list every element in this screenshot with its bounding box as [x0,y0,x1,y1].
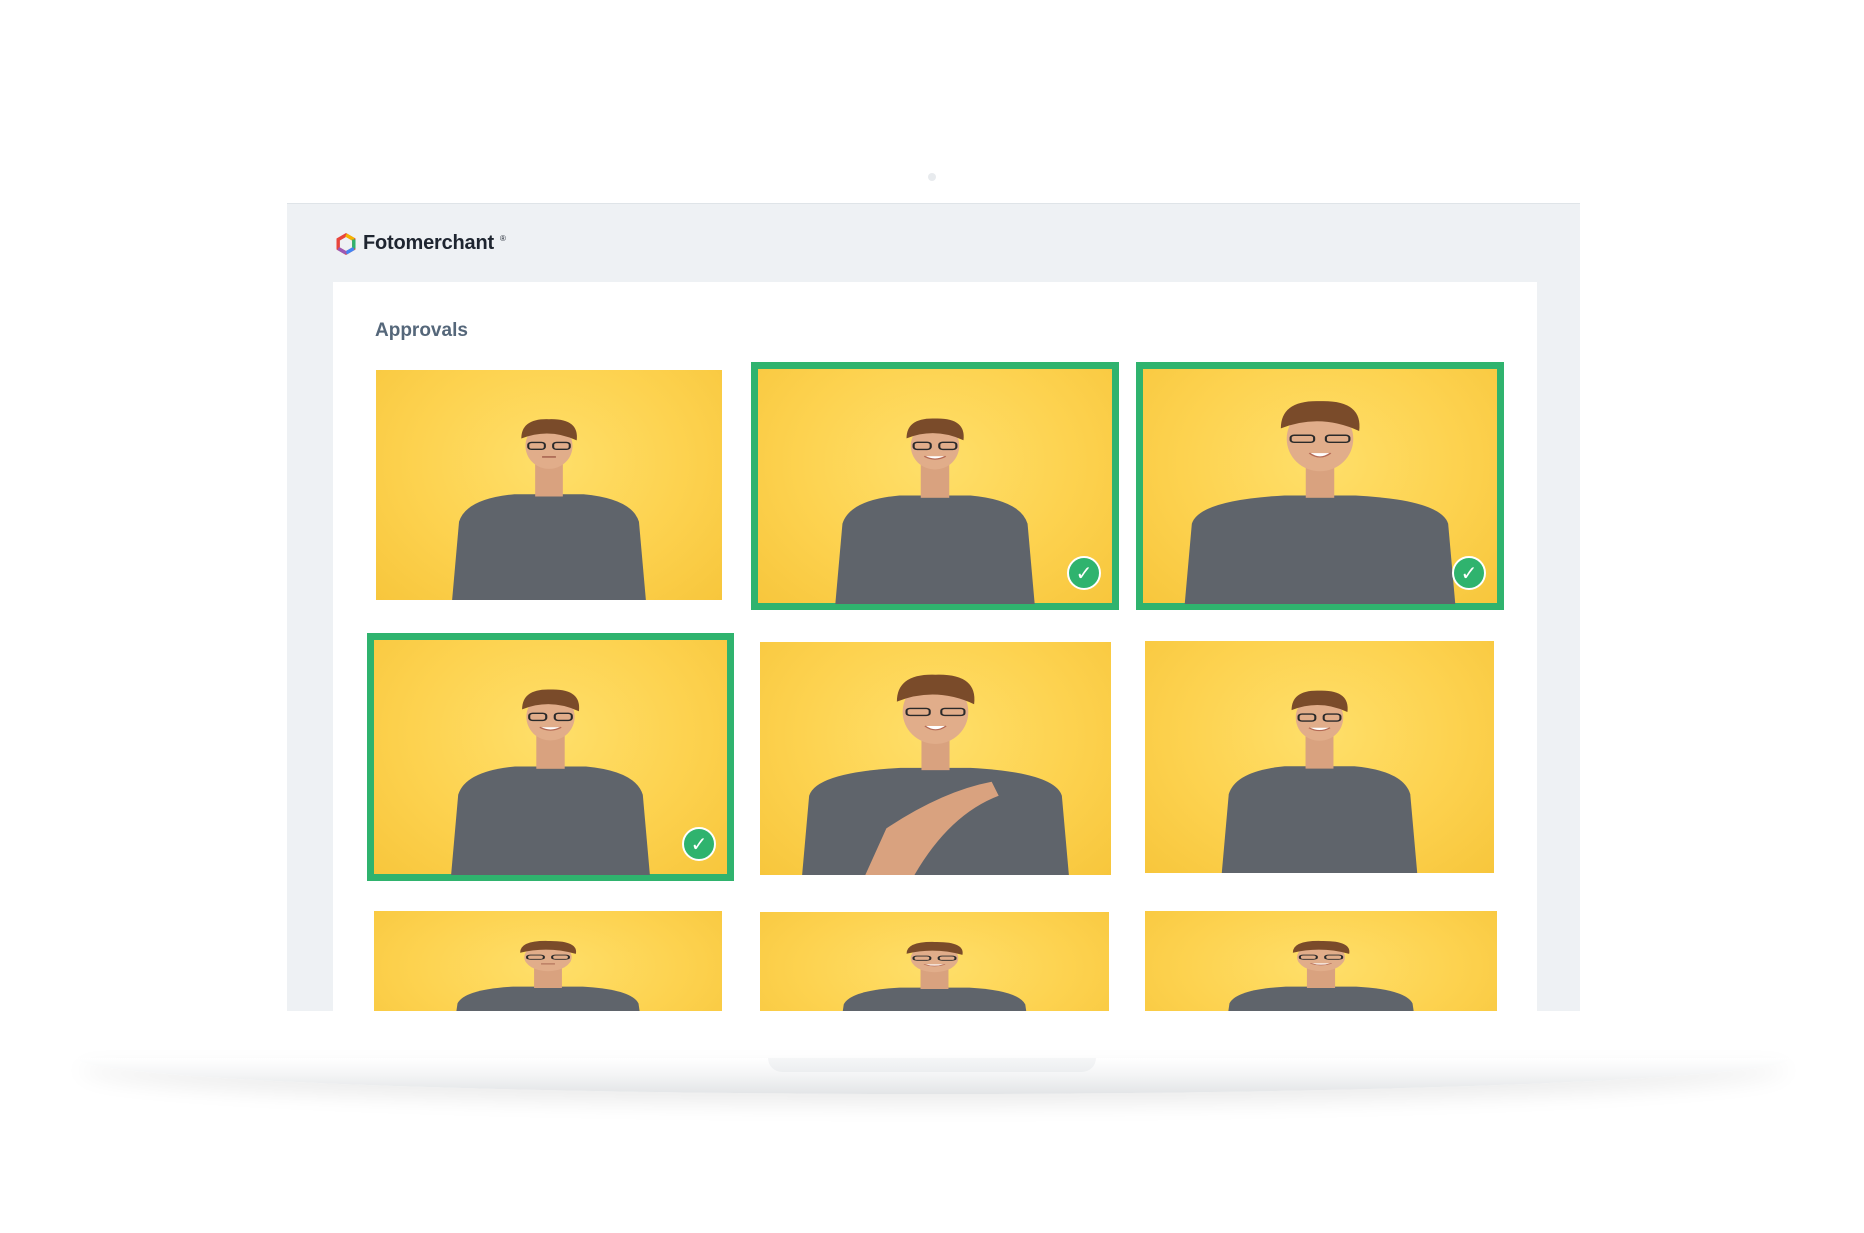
brand-name: Fotomerchant [363,232,494,254]
app-screen: Fotomerchant ® Approvals ✓ ✓ ✓ [287,204,1580,1011]
check-icon[interactable]: ✓ [682,827,716,861]
photo-tile[interactable]: ✓ [1136,362,1504,610]
photo-tile[interactable] [1145,911,1497,1011]
portrait-subject [1228,940,1414,1011]
check-icon[interactable]: ✓ [1452,556,1486,590]
portrait-subject [842,941,1027,1011]
photo-tile[interactable] [1145,641,1494,873]
photo-tile[interactable] [376,370,722,600]
photo-tile[interactable] [760,642,1111,875]
photo-tile[interactable]: ✓ [367,633,734,881]
portrait-subject [451,689,650,875]
photo-grid: ✓ ✓ ✓ [333,282,1537,1011]
approvals-panel: Approvals ✓ ✓ ✓ [333,282,1537,1011]
portrait-subject [835,418,1035,604]
fotomerchant-logo-icon [336,232,356,255]
photo-tile[interactable] [760,912,1109,1011]
brand-logo[interactable]: Fotomerchant ® [335,232,506,255]
portrait-subject [1184,401,1456,604]
laptop-camera [928,173,936,181]
photo-tile[interactable]: ✓ [751,362,1119,610]
portrait-subject [1221,690,1418,873]
check-icon[interactable]: ✓ [1067,556,1101,590]
photo-tile[interactable] [374,911,722,1011]
portrait-subject [456,940,640,1011]
portrait-subject [802,674,1069,875]
brand-trademark: ® [499,234,506,243]
laptop-base-notch [768,1058,1096,1072]
portrait-subject [452,419,646,600]
